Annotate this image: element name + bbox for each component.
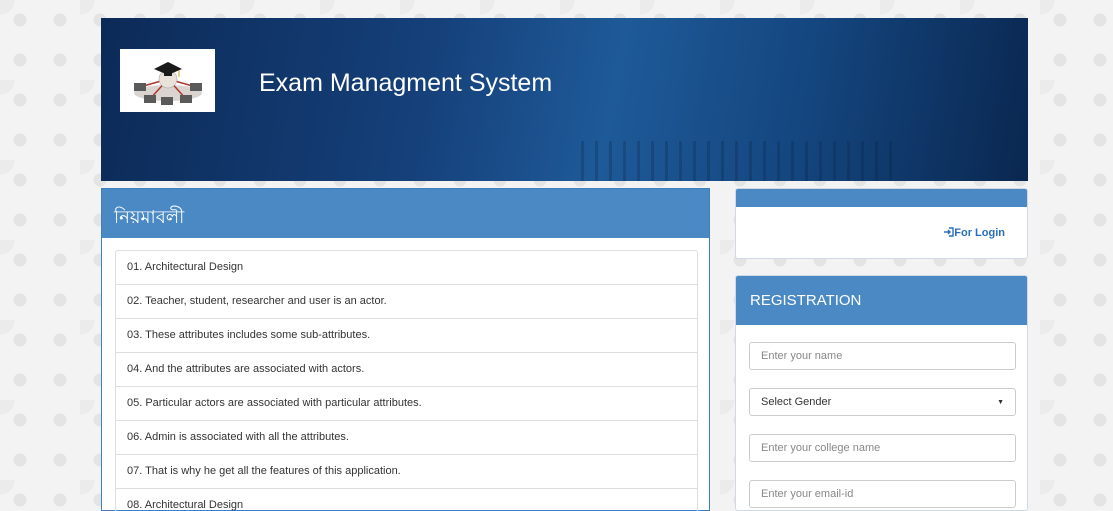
login-panel: For Login — [735, 188, 1028, 259]
sign-in-icon — [944, 227, 954, 237]
for-login-label: For Login — [954, 227, 1005, 239]
rule-item: 01. Architectural Design — [116, 251, 697, 285]
rule-item: 07. That is why he get all the features … — [116, 455, 697, 489]
name-input[interactable] — [749, 342, 1016, 370]
registration-heading: REGISTRATION — [736, 276, 1027, 325]
rule-item: 04. And the attributes are associated wi… — [116, 353, 697, 387]
rule-item: 06. Admin is associated with all the att… — [116, 421, 697, 455]
page-container: Exam Managment System নিয়মাবলী 01. Arch… — [101, 18, 1028, 511]
rules-list: 01. Architectural Design 02. Teacher, st… — [115, 250, 698, 511]
chevron-down-icon: ▼ — [997, 398, 1004, 406]
gender-select[interactable]: Select Gender ▼ — [749, 388, 1016, 416]
rule-item: 02. Teacher, student, researcher and use… — [116, 285, 697, 319]
site-logo — [120, 49, 215, 112]
email-input[interactable] — [749, 480, 1016, 508]
site-header: Exam Managment System — [101, 18, 1028, 181]
rule-item: 03. These attributes includes some sub-a… — [116, 319, 697, 353]
rules-panel: নিয়মাবলী 01. Architectural Design 02. T… — [101, 188, 710, 511]
site-title: Exam Managment System — [259, 69, 553, 97]
for-login-link[interactable]: For Login — [943, 227, 1005, 239]
gender-select-value: Select Gender — [761, 396, 832, 408]
rule-item: 08. Architectural Design — [116, 489, 697, 511]
college-input[interactable] — [749, 434, 1016, 462]
registration-panel: REGISTRATION Select Gender ▼ — [735, 275, 1028, 511]
rules-heading: নিয়মাবলী — [102, 189, 709, 238]
login-panel-header — [736, 189, 1027, 207]
rule-item: 05. Particular actors are associated wit… — [116, 387, 697, 421]
graduation-network-logo-icon — [120, 49, 215, 112]
